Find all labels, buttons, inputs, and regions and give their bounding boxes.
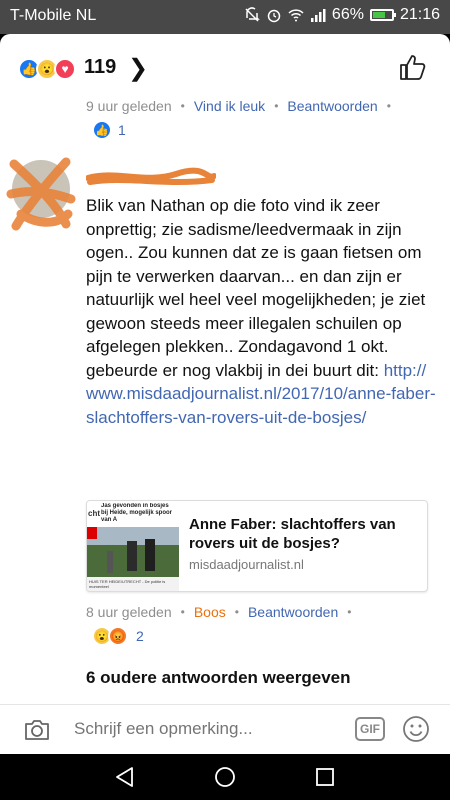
wifi-icon (288, 9, 304, 22)
reply-reactions[interactable]: 👍 1 (92, 120, 126, 140)
comment-composer: GIF (0, 704, 450, 754)
reaction-count: 119 (84, 56, 117, 78)
mute-icon (245, 7, 260, 22)
comment-meta: 8 uur geleden • Boos • Beantwoorden • (86, 604, 360, 620)
battery-icon (369, 9, 396, 21)
comment-time: 8 uur geleden (86, 604, 172, 620)
separator: • (274, 99, 279, 113)
preview-info: Anne Faber: slachtoffers van rovers uit … (179, 501, 427, 591)
clock: 21:16 (399, 6, 440, 23)
status-icons: 66% 21:16 (244, 6, 440, 24)
status-bar: T-Mobile NL 66% 21:16 (0, 0, 450, 34)
angry-reaction-link[interactable]: Boos (194, 604, 226, 620)
reactions-header[interactable]: 👍 😮 ♥ 119 ❯ (0, 34, 450, 98)
comment-text: Blik van Nathan op die foto vind ik zeer… (86, 196, 426, 380)
separator: • (234, 605, 239, 619)
comment-reaction-count: 2 (136, 628, 144, 644)
thumb-headline: Jas gevonden in bosjes bij Heide, mogeli… (101, 503, 173, 523)
like-button[interactable] (398, 52, 428, 82)
separator: • (180, 605, 185, 619)
comment-reactions[interactable]: 😮 😡 2 (92, 626, 144, 646)
reaction-icons: 👍 😮 ♥ (18, 58, 76, 80)
preview-title: Anne Faber: slachtoffers van rovers uit … (189, 516, 396, 552)
gif-button[interactable]: GIF (355, 717, 385, 741)
comment-sheet: 👍 😮 ♥ 119 ❯ 9 uur geleden • Vind ik leuk… (0, 34, 450, 754)
system-nav-bar (0, 754, 450, 800)
preview-domain: misdaadjournalist.nl (189, 557, 304, 572)
older-replies-link[interactable]: 6 oudere antwoorden weergeven (86, 668, 351, 688)
signal-icon (310, 9, 326, 22)
alarm-icon (267, 9, 281, 23)
recents-icon[interactable] (314, 766, 336, 788)
name-redaction-scribble (86, 167, 216, 185)
thumb-prefix: cht (88, 509, 100, 518)
preview-thumbnail: cht Jas gevonden in bosjes bij Heide, mo… (87, 501, 179, 591)
emoji-icon[interactable] (402, 715, 430, 743)
reply-meta: 9 uur geleden • Vind ik leuk • Beantwoor… (86, 98, 400, 114)
link-preview-card[interactable]: cht Jas gevonden in bosjes bij Heide, mo… (86, 500, 428, 592)
home-icon[interactable] (214, 766, 236, 788)
camera-icon[interactable] (24, 717, 50, 741)
back-icon[interactable] (114, 766, 136, 788)
like-reaction-icon: 👍 (92, 120, 112, 140)
love-reaction-icon: ♥ (54, 58, 76, 80)
angry-reaction-icon: 😡 (108, 626, 128, 646)
separator: • (386, 99, 391, 113)
comment-input[interactable] (74, 719, 324, 739)
battery-percent: 66% (331, 6, 364, 23)
comment-body: Blik van Nathan op die foto vind ik zeer… (86, 194, 436, 429)
reply-time: 9 uur geleden (86, 98, 172, 114)
reply-link[interactable]: Beantwoorden (287, 98, 377, 114)
reply-reaction-count: 1 (118, 122, 126, 138)
chevron-right-icon[interactable]: ❯ (128, 54, 148, 83)
separator: • (180, 99, 185, 113)
redaction-scribble (6, 157, 76, 231)
reply-link[interactable]: Beantwoorden (248, 604, 338, 620)
separator: • (347, 605, 352, 619)
carrier-label: T-Mobile NL (10, 7, 97, 24)
thumb-caption: HUIS TER HEIDE/UTRECHT - De politie is m… (89, 579, 166, 589)
like-link[interactable]: Vind ik leuk (194, 98, 265, 114)
